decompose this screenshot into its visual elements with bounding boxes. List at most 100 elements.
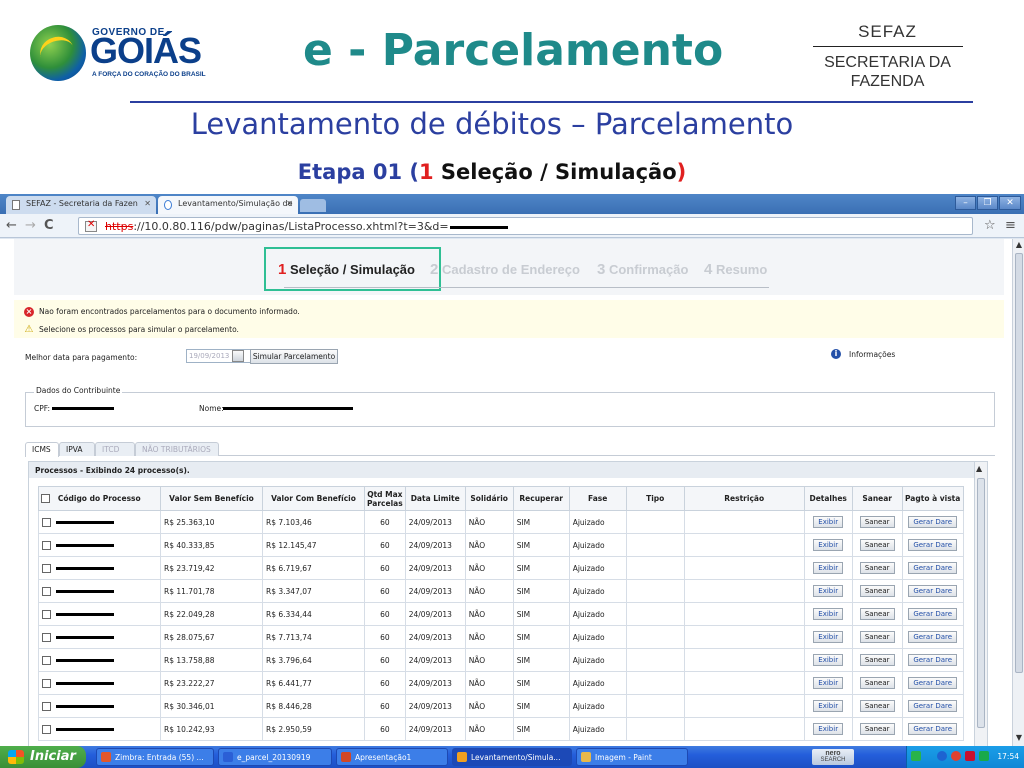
cell-valor-sem: R$ 11.701,78 bbox=[160, 579, 263, 603]
app-icon bbox=[223, 752, 233, 762]
sanear-button[interactable]: Sanear bbox=[859, 654, 895, 666]
row-checkbox[interactable] bbox=[42, 724, 51, 734]
taskbar-item-label: e_parcel_20130919 bbox=[237, 753, 311, 762]
exibir-button[interactable]: Exibir bbox=[813, 516, 844, 528]
browser-tab-sefaz[interactable]: SEFAZ - Secretaria da Fazen ✕ bbox=[6, 196, 156, 214]
cell-restricao bbox=[683, 533, 805, 557]
taskbar-item[interactable]: Imagem - Paint bbox=[576, 748, 688, 766]
calendar-icon[interactable] bbox=[232, 350, 244, 362]
taskbar-item[interactable]: Levantamento/Simula... bbox=[452, 748, 572, 766]
info-icon[interactable]: i bbox=[831, 349, 841, 359]
close-icon[interactable]: ✕ bbox=[144, 199, 151, 208]
taskbar-item[interactable]: e_parcel_20130919 bbox=[218, 748, 332, 766]
row-checkbox[interactable] bbox=[42, 586, 51, 596]
close-icon[interactable]: ✕ bbox=[286, 199, 293, 208]
row-checkbox[interactable] bbox=[42, 701, 51, 711]
gerar-dare-button[interactable]: Gerar Dare bbox=[908, 723, 958, 735]
cell-valor-com: R$ 7.713,74 bbox=[262, 625, 365, 649]
sanear-button[interactable]: Sanear bbox=[859, 562, 895, 574]
nero-search-widget[interactable]: nero SEARCH bbox=[812, 749, 854, 765]
network-icon[interactable] bbox=[911, 751, 921, 761]
table-row: R$ 23.719,42 R$ 6.719,67 60 24/09/2013 NÃO SI… bbox=[38, 556, 964, 580]
browser-tab-levantamento[interactable]: Levantamento/Simulação de ✕ bbox=[158, 196, 298, 214]
informacoes-link[interactable]: Informações bbox=[849, 350, 895, 359]
exibir-button[interactable]: Exibir bbox=[813, 700, 844, 712]
start-button[interactable]: Iniciar bbox=[0, 746, 86, 768]
gerar-dare-button[interactable]: Gerar Dare bbox=[908, 516, 958, 528]
exibir-button[interactable]: Exibir bbox=[813, 631, 844, 643]
cell-codigo bbox=[38, 648, 161, 672]
reload-icon[interactable]: C bbox=[44, 218, 54, 233]
close-window-button[interactable]: ✕ bbox=[999, 196, 1021, 210]
row-checkbox[interactable] bbox=[42, 678, 51, 688]
exibir-button[interactable]: Exibir bbox=[813, 608, 844, 620]
tab-ipva[interactable]: IPVA bbox=[59, 442, 95, 456]
sanear-button[interactable]: Sanear bbox=[859, 700, 895, 712]
taskbar-item[interactable]: Zimbra: Entrada (55) ... bbox=[96, 748, 214, 766]
exibir-button[interactable]: Exibir bbox=[813, 585, 844, 597]
new-tab-button[interactable] bbox=[300, 199, 326, 212]
back-icon[interactable]: ← bbox=[6, 218, 17, 233]
back-icon[interactable] bbox=[937, 751, 947, 761]
tab-icms[interactable]: ICMS bbox=[25, 442, 59, 457]
panel-scroll-thumb[interactable] bbox=[977, 478, 985, 728]
col-codigo[interactable]: Código do Processo bbox=[38, 486, 161, 511]
page-scroll-thumb[interactable] bbox=[1015, 253, 1023, 673]
gerar-dare-button[interactable]: Gerar Dare bbox=[908, 608, 958, 620]
exibir-button[interactable]: Exibir bbox=[813, 539, 844, 551]
scroll-up-icon[interactable]: ▲ bbox=[976, 464, 982, 473]
wizard-step-num: 2 bbox=[430, 261, 439, 278]
sanear-button[interactable]: Sanear bbox=[859, 677, 895, 689]
exibir-button[interactable]: Exibir bbox=[813, 723, 844, 735]
pdf-icon[interactable] bbox=[965, 751, 975, 761]
sanear-button[interactable]: Sanear bbox=[859, 723, 895, 735]
sanear-button[interactable]: Sanear bbox=[859, 608, 895, 620]
cell-sanear: Sanear bbox=[851, 602, 903, 626]
gerar-dare-button[interactable]: Gerar Dare bbox=[908, 654, 958, 666]
sanear-button[interactable]: Sanear bbox=[859, 539, 895, 551]
row-checkbox[interactable] bbox=[42, 609, 51, 619]
gerar-dare-button[interactable]: Gerar Dare bbox=[908, 700, 958, 712]
row-checkbox[interactable] bbox=[42, 517, 51, 527]
gerar-dare-button[interactable]: Gerar Dare bbox=[908, 585, 958, 597]
select-all-checkbox[interactable] bbox=[41, 494, 50, 504]
panel-scrollbar[interactable]: ▲ bbox=[974, 462, 987, 746]
exibir-button[interactable]: Exibir bbox=[813, 677, 844, 689]
simular-parcelamento-button[interactable]: Simular Parcelamento bbox=[250, 349, 338, 364]
gerar-dare-button[interactable]: Gerar Dare bbox=[908, 539, 958, 551]
cell-codigo bbox=[38, 694, 161, 718]
address-bar[interactable]: https://10.0.80.116/pdw/paginas/ListaPro… bbox=[78, 217, 973, 235]
cell-pagto: Gerar Dare bbox=[901, 717, 964, 741]
gerar-dare-button[interactable]: Gerar Dare bbox=[908, 631, 958, 643]
codigo-redacted bbox=[56, 727, 114, 731]
start-label: Iniciar bbox=[30, 749, 76, 764]
tab-nao-tributarios[interactable]: NÃO TRIBUTÁRIOS bbox=[135, 442, 219, 456]
forward-icon[interactable]: → bbox=[25, 218, 36, 233]
row-checkbox[interactable] bbox=[42, 655, 51, 665]
page-scrollbar[interactable]: ▲ ▼ bbox=[1012, 239, 1024, 746]
row-checkbox[interactable] bbox=[42, 563, 51, 573]
sanear-button[interactable]: Sanear bbox=[859, 631, 895, 643]
gerar-dare-button[interactable]: Gerar Dare bbox=[908, 677, 958, 689]
restore-button[interactable]: ❐ bbox=[977, 196, 998, 210]
col-detalhes: Detalhes bbox=[803, 486, 853, 511]
scroll-up-icon[interactable]: ▲ bbox=[1014, 240, 1024, 250]
sanear-button[interactable]: Sanear bbox=[859, 516, 895, 528]
scroll-down-icon[interactable]: ▼ bbox=[1014, 733, 1024, 743]
monitor-icon[interactable] bbox=[979, 751, 989, 761]
security-icon[interactable] bbox=[951, 751, 961, 761]
gerar-dare-button[interactable]: Gerar Dare bbox=[908, 562, 958, 574]
row-checkbox[interactable] bbox=[42, 540, 51, 550]
row-checkbox[interactable] bbox=[42, 632, 51, 642]
tab-itcd[interactable]: ITCD bbox=[95, 442, 135, 456]
menu-icon[interactable]: ≡ bbox=[1005, 218, 1016, 233]
sanear-button[interactable]: Sanear bbox=[859, 585, 895, 597]
codigo-redacted bbox=[56, 520, 114, 524]
minimize-button[interactable]: – bbox=[955, 196, 976, 210]
insecure-lock-icon[interactable] bbox=[85, 219, 97, 232]
exibir-button[interactable]: Exibir bbox=[813, 562, 844, 574]
exibir-button[interactable]: Exibir bbox=[813, 654, 844, 666]
taskbar-item[interactable]: Apresentação1 bbox=[336, 748, 448, 766]
cell-valor-com: R$ 8.446,28 bbox=[262, 694, 365, 718]
star-icon[interactable]: ☆ bbox=[984, 218, 996, 233]
